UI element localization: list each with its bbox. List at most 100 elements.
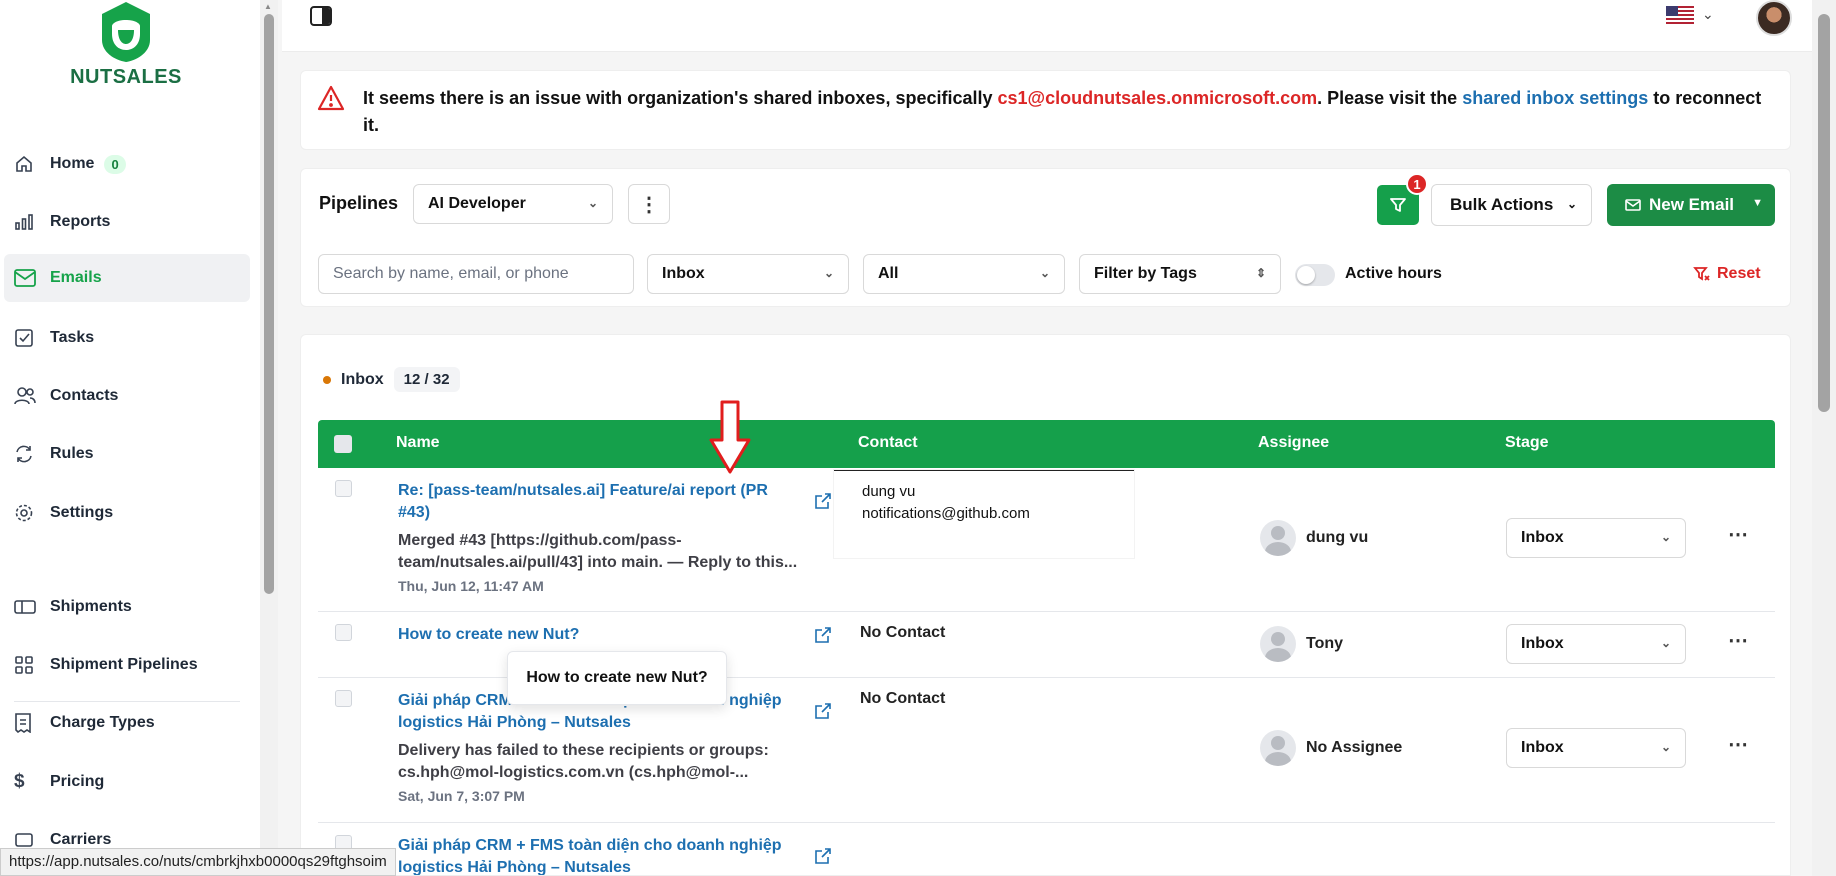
sidebar-item-settings[interactable]: Settings	[4, 489, 250, 537]
mailbox-select[interactable]: Inbox ⌄	[647, 254, 849, 294]
more-vertical-icon: ⋮	[639, 193, 659, 216]
mailbox-select-value: Inbox	[662, 265, 705, 282]
red-down-arrow-annotation-icon	[709, 400, 751, 474]
sidebar-item-emails[interactable]: Emails	[4, 254, 250, 302]
assignee-cell[interactable]: No Assignee	[1260, 730, 1402, 766]
alert-message: It seems there is an issue with organiza…	[363, 85, 1763, 139]
shared-inbox-settings-link[interactable]: shared inbox settings	[1462, 88, 1648, 108]
column-header-stage[interactable]: Stage	[1505, 434, 1549, 452]
contact-cell[interactable]: dung vu notifications@github.com	[834, 470, 1134, 558]
table-row[interactable]: Re: [pass-team/nutsales.ai] Feature/ai r…	[318, 468, 1775, 612]
pipeline-select[interactable]: AI Developer ⌄	[413, 184, 613, 224]
reset-button[interactable]: Reset	[1693, 265, 1761, 283]
search-input[interactable]	[318, 254, 634, 294]
row-checkbox[interactable]	[335, 690, 352, 707]
sidebar-item-shipment-pipelines[interactable]: Shipment Pipelines	[4, 641, 250, 689]
external-link-icon[interactable]	[814, 702, 832, 720]
row-actions-menu-icon[interactable]: ⋯	[1728, 732, 1749, 757]
mail-icon	[14, 266, 42, 290]
gear-icon	[14, 501, 42, 525]
sidebar: NUTSALES Home 0 Reports Emails Tasks Con…	[0, 0, 260, 876]
filter-icon	[1390, 198, 1406, 212]
page-scrollbar[interactable]	[1812, 0, 1836, 876]
reset-label: Reset	[1717, 265, 1761, 282]
sidebar-item-contacts[interactable]: Contacts	[4, 372, 250, 420]
tags-select[interactable]: Filter by Tags ⇕	[1079, 254, 1281, 294]
assignee-avatar	[1260, 626, 1296, 662]
send-mail-icon	[1625, 199, 1641, 211]
new-email-button[interactable]: New Email ▼	[1607, 184, 1775, 226]
alert-email: cs1@cloudnutsales.onmicrosoft.com	[997, 88, 1318, 108]
pipelines-label: Pipelines	[319, 193, 399, 213]
home-icon	[14, 152, 42, 176]
page-scrollbar-thumb[interactable]	[1818, 14, 1830, 412]
warning-icon	[317, 85, 345, 111]
users-icon	[14, 384, 42, 408]
row-checkbox[interactable]	[335, 624, 352, 641]
sidebar-item-label: Shipments	[50, 598, 132, 615]
bulk-actions-button[interactable]: Bulk Actions ⌄	[1431, 184, 1592, 226]
column-header-name[interactable]: Name	[396, 434, 440, 452]
scroll-up-arrow-icon[interactable]: ▲	[264, 2, 272, 11]
chevron-down-icon: ⌄	[1660, 636, 1671, 650]
column-header-assignee[interactable]: Assignee	[1258, 434, 1329, 452]
home-count-badge: 0	[104, 154, 126, 174]
sidebar-item-label: Pricing	[50, 773, 105, 790]
filter-clear-icon	[1693, 267, 1710, 281]
inbox-count-badge: 12 / 32	[393, 367, 460, 392]
sidebar-toggle-icon[interactable]	[310, 6, 332, 26]
contact-cell: No Contact	[860, 690, 946, 707]
sidebar-item-label: Settings	[50, 504, 114, 521]
email-subject-link[interactable]: Giải pháp CRM + FMS toàn diện cho doanh …	[398, 835, 798, 875]
external-link-icon[interactable]	[814, 847, 832, 865]
caret-down-icon[interactable]: ▼	[1752, 197, 1763, 209]
stage-select[interactable]: Inbox ⌄	[1506, 518, 1686, 558]
column-header-contact[interactable]: Contact	[858, 434, 918, 452]
stage-select[interactable]: Inbox ⌄	[1506, 728, 1686, 768]
sidebar-item-tasks[interactable]: Tasks	[4, 314, 250, 362]
sidebar-item-rules[interactable]: Rules	[4, 430, 250, 478]
language-chevron-down-icon[interactable]: ⌄	[1702, 6, 1714, 23]
nutsales-logo-icon	[102, 2, 150, 62]
sidebar-item-label: Contacts	[50, 387, 119, 404]
sidebar-item-home[interactable]: Home 0	[4, 140, 250, 188]
box-icon	[14, 595, 42, 619]
row-checkbox[interactable]	[335, 480, 352, 497]
pipeline-options-button[interactable]: ⋮	[628, 184, 670, 224]
sidebar-scrollbar[interactable]: ▲	[260, 0, 278, 876]
email-date: Sat, Jun 7, 3:07 PM	[398, 788, 525, 804]
logo[interactable]: NUTSALES	[66, 0, 186, 89]
bar-chart-icon	[14, 210, 42, 234]
row-actions-menu-icon[interactable]: ⋯	[1728, 522, 1749, 547]
status-select-value: All	[878, 265, 899, 282]
sidebar-item-shipments[interactable]: Shipments	[4, 583, 250, 631]
assignee-cell[interactable]: Tony	[1260, 626, 1343, 662]
email-subject-link[interactable]: How to create new Nut?	[398, 624, 798, 646]
inbox-title: Inbox	[341, 370, 384, 388]
stage-select[interactable]: Inbox ⌄	[1506, 624, 1686, 664]
select-all-checkbox[interactable]	[334, 435, 352, 453]
table-row[interactable]: Giải pháp CRM + FMS toàn diện cho doanh …	[318, 823, 1775, 875]
checkbox-icon	[14, 326, 42, 350]
email-date: Thu, Jun 12, 11:47 AM	[398, 578, 544, 594]
chevron-down-icon: ⌄	[1660, 530, 1671, 544]
contact-email: notifications@github.com	[862, 505, 1030, 522]
us-flag-icon[interactable]	[1666, 6, 1694, 26]
assignee-name: No Assignee	[1306, 739, 1403, 756]
sidebar-item-pricing[interactable]: $ Pricing	[4, 758, 250, 806]
row-actions-menu-icon[interactable]: ⋯	[1728, 628, 1749, 653]
user-avatar[interactable]	[1756, 0, 1792, 36]
filter-panel: Pipelines AI Developer ⌄ ⋮ 1 Bulk Action…	[300, 168, 1791, 307]
sidebar-item-reports[interactable]: Reports	[4, 198, 250, 246]
assignee-cell[interactable]: dung vu	[1260, 520, 1368, 556]
external-link-icon[interactable]	[814, 626, 832, 644]
active-hours-toggle[interactable]	[1295, 264, 1335, 286]
sidebar-item-charge-types[interactable]: Charge Types	[4, 699, 250, 747]
assignee-avatar	[1260, 730, 1296, 766]
external-link-icon[interactable]	[814, 492, 832, 510]
assignee-avatar	[1260, 520, 1296, 556]
status-select[interactable]: All ⌄	[863, 254, 1065, 294]
email-subject-link[interactable]: Re: [pass-team/nutsales.ai] Feature/ai r…	[398, 480, 798, 524]
refresh-icon	[14, 442, 42, 466]
sidebar-scrollbar-thumb[interactable]	[264, 14, 274, 594]
